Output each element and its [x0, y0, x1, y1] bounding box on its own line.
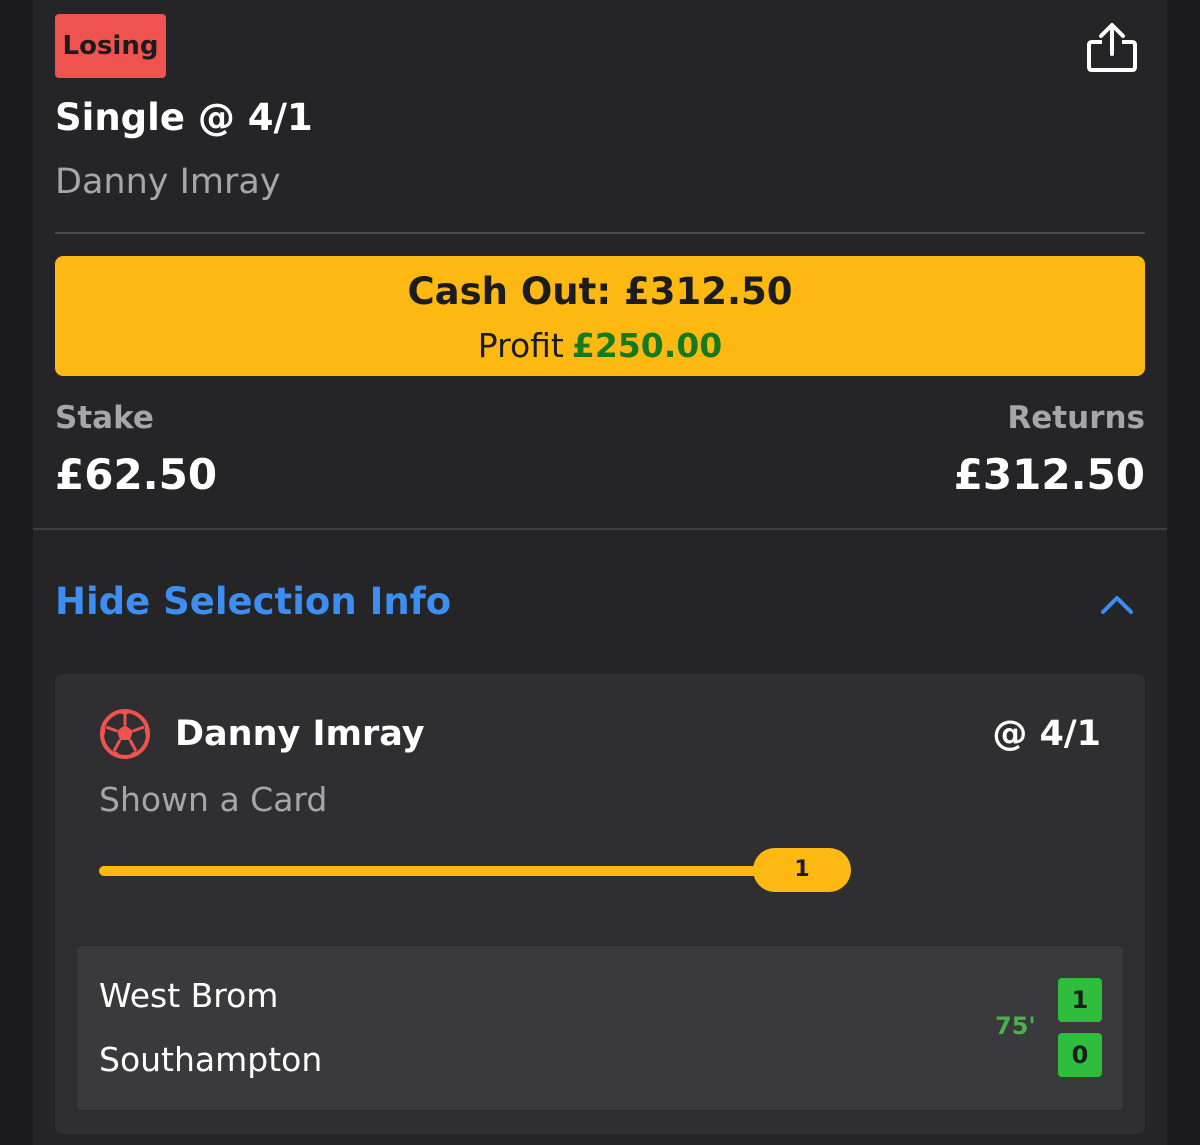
share-icon[interactable] — [1084, 22, 1140, 74]
match-scoreboard: West Brom Southampton 75' 1 0 — [77, 946, 1123, 1110]
status-badge: Losing — [55, 14, 166, 78]
bet-title: Single @ 4/1 — [55, 96, 313, 139]
cash-out-label: Cash Out: £312.50 — [407, 270, 793, 313]
home-team: West Brom — [99, 976, 279, 1015]
profit-value: £250.00 — [571, 326, 723, 365]
market-name: Shown a Card — [99, 780, 328, 819]
selection-panel: Danny Imray @ 4/1 Shown a Card 1 West Br… — [55, 674, 1145, 1134]
match-clock: 75' — [995, 1012, 1036, 1040]
returns-label: Returns — [1007, 400, 1145, 436]
chevron-up-icon[interactable] — [1097, 588, 1137, 618]
selection-odds: @ 4/1 — [992, 714, 1101, 754]
hide-selection-info-link[interactable]: Hide Selection Info — [55, 580, 451, 623]
stake-value: £62.50 — [55, 450, 218, 499]
returns-value: £312.50 — [953, 450, 1145, 499]
away-team: Southampton — [99, 1040, 323, 1079]
home-score: 1 — [1058, 978, 1102, 1022]
stake-label: Stake — [55, 400, 154, 436]
progress-indicator: 1 — [753, 848, 851, 892]
divider — [55, 232, 1145, 234]
football-icon — [99, 708, 151, 760]
progress-bar — [99, 866, 759, 876]
bet-subtitle: Danny Imray — [55, 162, 281, 202]
profit-label: Profit — [477, 326, 564, 365]
bet-card: Losing Single @ 4/1 Danny Imray Cash Out… — [33, 0, 1167, 1145]
player-name: Danny Imray — [175, 714, 425, 754]
profit-row: Profit £250.00 — [55, 326, 1145, 365]
cash-out-button[interactable]: Cash Out: £312.50 Profit £250.00 — [55, 256, 1145, 376]
away-score: 0 — [1058, 1033, 1102, 1077]
divider — [33, 528, 1167, 530]
